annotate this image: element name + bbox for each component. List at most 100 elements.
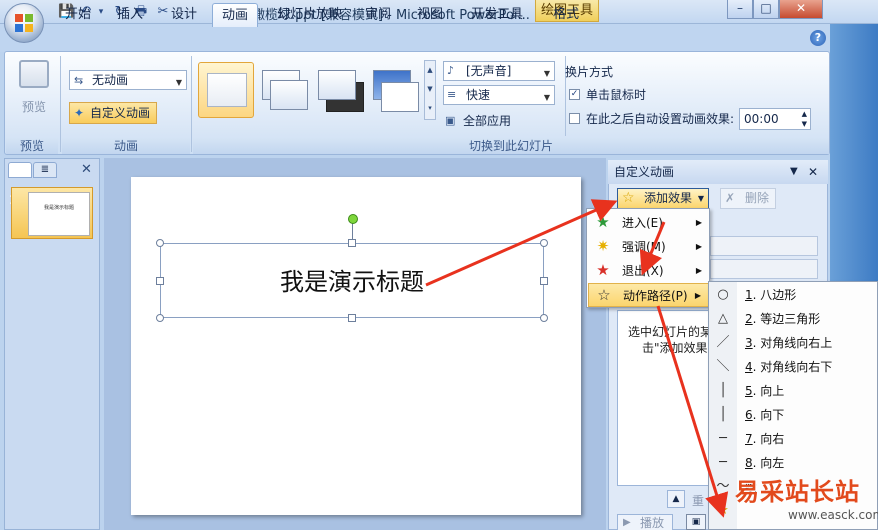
group-separator — [191, 56, 192, 152]
menu-item-label: . 对角线向右上 — [752, 336, 833, 350]
chevron-down-icon: ▼ — [697, 194, 704, 203]
help-icon[interactable]: ? — [810, 30, 826, 46]
chevron-right-icon: ▶ — [695, 218, 702, 227]
slides-tab-icon[interactable] — [8, 162, 32, 178]
on-click-checkbox[interactable]: ✓ — [569, 89, 580, 100]
motion-path-right[interactable]: ─ 7. 向右 — [709, 427, 877, 451]
close-icon[interactable]: ✕ — [808, 160, 818, 184]
auto-after-label: 在此之后自动设置动画效果: — [586, 112, 735, 126]
speed-select-value: 快速 — [466, 88, 491, 102]
diagonal-up-icon: ／ — [716, 335, 730, 350]
play-button[interactable]: ▶ 播放 — [617, 514, 673, 530]
resize-handle[interactable] — [156, 314, 164, 322]
apply-all-button[interactable]: ▣ 全部应用 — [443, 111, 533, 131]
add-effect-label: 添加效果 — [644, 191, 693, 205]
star-icon: ☆ — [622, 190, 635, 206]
preview-icon — [19, 60, 49, 88]
chevron-down-icon: ▼ — [543, 69, 550, 78]
menu-item-enter[interactable]: ★ 进入(E) ▶ — [588, 211, 710, 235]
sound-icon: ♪ — [447, 64, 455, 77]
switch-mode-label: 换片方式 — [565, 65, 614, 79]
slideshow-icon[interactable]: ▣ — [686, 514, 706, 530]
tab-animation[interactable]: 动画 — [212, 3, 259, 27]
delete-button[interactable]: ✗ 删除 — [720, 188, 776, 209]
menu-item-label: 动作路径(P) — [623, 289, 688, 303]
custom-animation-label: 自定义动画 — [90, 106, 151, 120]
tab-developer[interactable]: 开发工具 — [462, 3, 532, 27]
close-button[interactable]: ✕ — [779, 0, 823, 19]
maximize-button[interactable]: □ — [753, 0, 779, 19]
animation-select-icon: ⇆ — [74, 74, 84, 87]
vertical-line-icon: │ — [719, 407, 727, 422]
close-icon[interactable]: ✕ — [81, 162, 92, 177]
auto-after-checkbox[interactable] — [569, 113, 580, 124]
speed-select[interactable]: ≡ 快速 ▼ — [443, 85, 555, 105]
watermark: 易采站长站 — [735, 477, 860, 506]
menu-item-key: 2 — [745, 312, 753, 326]
menu-item-emphasis[interactable]: ✷ 强调(M) ▶ — [588, 235, 710, 259]
resize-handle[interactable] — [348, 239, 356, 247]
animation-select[interactable]: ⇆ 无动画 ▼ — [69, 70, 187, 90]
pane-menu-icon[interactable]: ▼ — [790, 160, 798, 184]
chevron-right-icon: ▶ — [695, 266, 702, 275]
tab-slideshow[interactable]: 幻灯片放映 — [268, 3, 351, 27]
tab-review[interactable]: 审阅 — [356, 3, 400, 27]
resize-handle[interactable] — [540, 239, 548, 247]
sound-select[interactable]: ♪ [无声音] ▼ — [443, 61, 555, 81]
transition-none-thumb[interactable] — [198, 62, 254, 118]
tab-format[interactable]: 格式 — [544, 3, 588, 27]
menu-item-label: 进入(E) — [622, 216, 663, 230]
transition-thumb-2[interactable] — [258, 64, 312, 118]
gallery-scroll[interactable]: ▲ ▼ ▾ — [424, 60, 436, 120]
menu-item-label: 强调(M) — [622, 240, 666, 254]
tab-home[interactable]: 开始 — [56, 3, 100, 27]
tab-design[interactable]: 设计 — [162, 3, 206, 27]
reorder-up-button[interactable]: ▲ — [667, 490, 685, 508]
chevron-right-icon: ▶ — [694, 291, 701, 300]
exit-star-icon: ★ — [596, 261, 610, 279]
rotation-handle[interactable] — [348, 214, 358, 224]
menu-item-exit[interactable]: ★ 退出(X) ▶ — [588, 259, 710, 283]
play-icon: ▶ — [623, 517, 631, 528]
motion-path-up[interactable]: │ 5. 向上 — [709, 379, 877, 403]
slide-canvas[interactable] — [131, 177, 581, 515]
menu-item-key: 7 — [745, 432, 753, 446]
chevron-down-icon: ▼ — [543, 93, 550, 102]
menu-item-label: . 对角线向右下 — [752, 360, 833, 374]
slide-thumbnail-content: 我是演示标题 — [28, 192, 90, 236]
menu-item-key: 3 — [745, 336, 753, 350]
start-combo[interactable] — [710, 236, 818, 256]
menu-item-label: . 等边三角形 — [752, 312, 821, 326]
tab-view[interactable]: 视图 — [408, 3, 452, 27]
resize-handle[interactable] — [540, 314, 548, 322]
minimize-button[interactable]: – — [727, 0, 753, 19]
resize-handle[interactable] — [348, 314, 356, 322]
menu-item-label: 退出(X) — [622, 264, 664, 278]
menu-item-key: 4 — [745, 360, 753, 374]
preview-label: 预览 — [21, 100, 46, 114]
time-spinner-icon[interactable]: ▲ ▼ — [802, 109, 807, 129]
property-combo[interactable] — [710, 259, 818, 279]
auto-time-value: 00:00 — [744, 112, 779, 126]
custom-animation-button[interactable]: ✦ 自定义动画 — [69, 102, 157, 124]
delete-label: 删除 — [745, 191, 770, 205]
apply-all-icon: ▣ — [445, 114, 456, 127]
outline-tab-icon[interactable]: ≣ — [33, 162, 57, 178]
transition-thumb-3[interactable] — [314, 64, 368, 118]
auto-time-input[interactable]: 00:00 ▲ ▼ — [739, 108, 811, 130]
transition-thumb-4[interactable] — [369, 64, 423, 118]
triangle-icon: △ — [718, 311, 728, 326]
preview-button[interactable]: 预览 — [11, 58, 57, 128]
menu-item-label: . 八边形 — [752, 288, 797, 302]
menu-item-motion-path[interactable]: ☆ 动作路径(P) ▶ — [588, 283, 710, 307]
motion-path-diag-up-right[interactable]: ／ 3. 对角线向右上 — [709, 331, 877, 355]
motion-path-diag-down-right[interactable]: ＼ 4. 对角线向右下 — [709, 355, 877, 379]
freeform-path-icon: 〜 — [716, 479, 730, 494]
resize-handle[interactable] — [156, 239, 164, 247]
slide-thumbnail[interactable]: 我是演示标题 — [11, 187, 93, 239]
motion-path-octagon[interactable]: ○ 1. 八边形 — [709, 283, 877, 307]
add-effect-button[interactable]: ☆ 添加效果 ▼ — [617, 188, 709, 209]
motion-path-down[interactable]: │ 6. 向下 — [709, 403, 877, 427]
tab-insert[interactable]: 插入 — [108, 3, 152, 27]
motion-path-triangle[interactable]: △ 2. 等边三角形 — [709, 307, 877, 331]
